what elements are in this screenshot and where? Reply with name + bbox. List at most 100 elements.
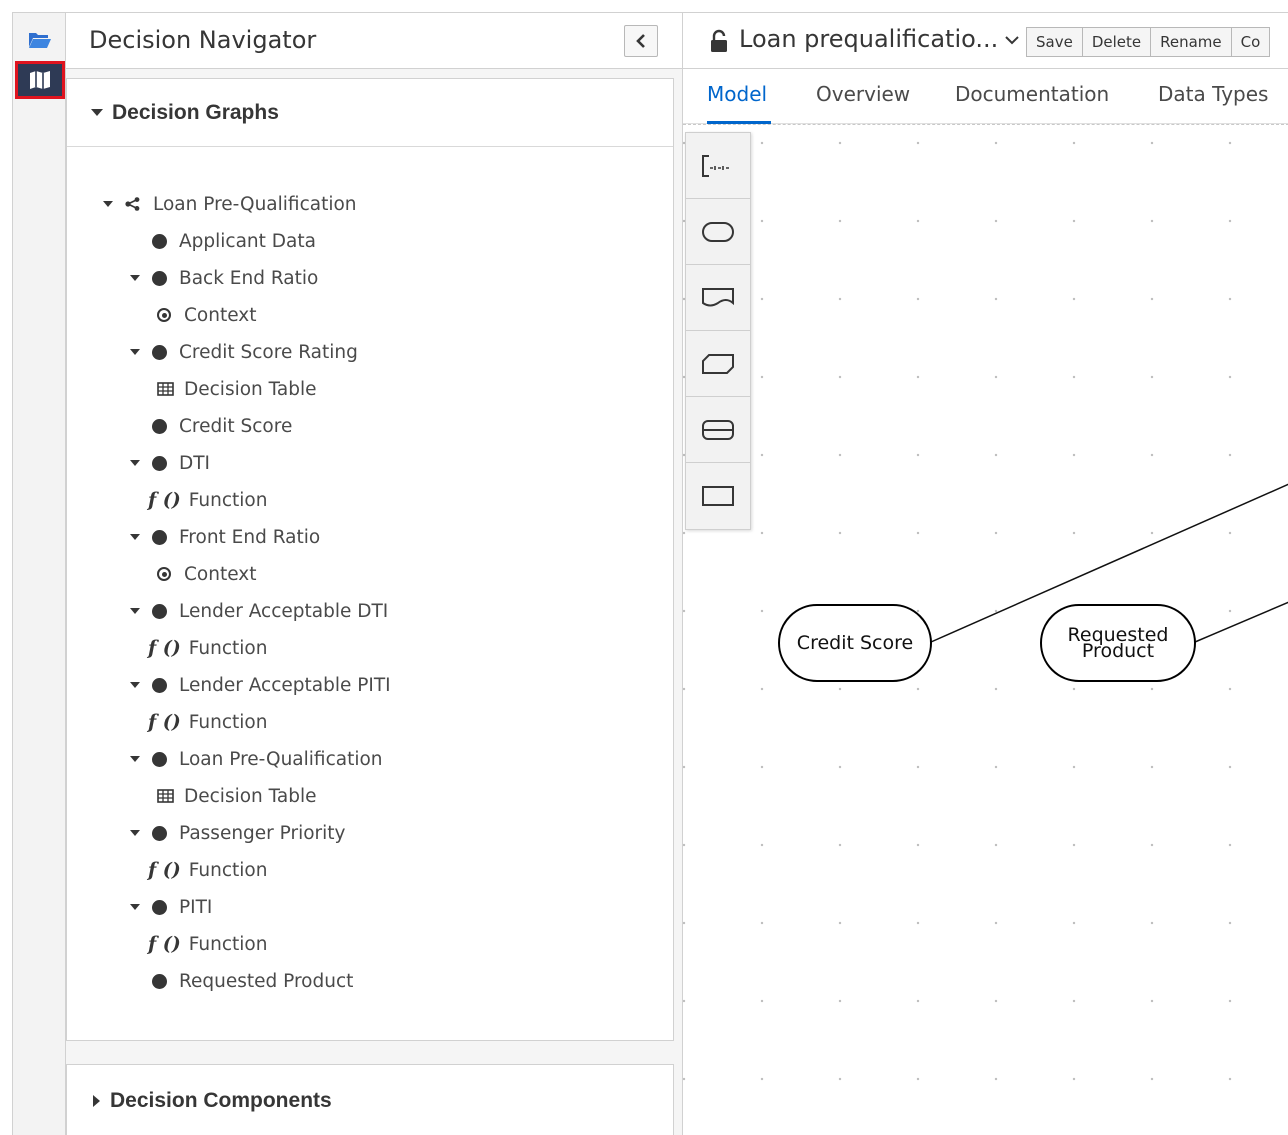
tree-item-label: Decision Table <box>184 785 317 807</box>
shape-palette <box>685 132 751 530</box>
tree-expression-item[interactable]: f () Function <box>148 485 267 515</box>
tree-node-item[interactable]: Credit Score <box>130 411 292 441</box>
left-icon-rail <box>12 12 66 1135</box>
lock-icon <box>711 29 727 52</box>
context-icon <box>157 567 171 581</box>
credit-score-node[interactable]: Credit Score <box>778 604 932 682</box>
caret-down-icon[interactable] <box>130 608 140 614</box>
tree-node-item[interactable]: DTI <box>130 448 210 478</box>
tree-item-label: Context <box>184 304 257 326</box>
palette-input-data-icon[interactable] <box>686 199 750 265</box>
diagram-canvas[interactable]: Credit Score Requested Product <box>683 124 1288 1135</box>
tree-item-label: Lender Acceptable PITI <box>179 674 391 696</box>
function-icon: f () <box>148 711 181 733</box>
caret-down-icon[interactable] <box>130 534 140 540</box>
decision-node-icon <box>152 899 167 915</box>
tab-overview[interactable]: Overview <box>816 82 910 106</box>
decision-components-header[interactable]: Decision Components <box>66 1064 674 1135</box>
tree-item-label: Function <box>188 711 268 733</box>
tree-expression-item[interactable]: Context <box>157 300 256 330</box>
palette-decision-service-icon[interactable] <box>686 397 750 463</box>
tree-item-label: Context <box>184 563 257 585</box>
folder-icon[interactable] <box>15 21 65 59</box>
tree-item-label: Passenger Priority <box>179 822 346 844</box>
tree-item-label: Loan Pre-Qualification <box>153 193 357 215</box>
requested-product-node[interactable]: Requested Product <box>1040 604 1196 682</box>
tree-node-item[interactable]: Credit Score Rating <box>130 337 358 367</box>
palette-decision-icon[interactable] <box>686 463 750 529</box>
tab-model[interactable]: Model <box>707 82 767 106</box>
tree-expression-item[interactable]: Decision Table <box>157 374 316 404</box>
navigator-title: Decision Navigator <box>89 26 317 54</box>
tree-root-item[interactable]: Loan Pre-Qualification <box>103 189 357 219</box>
tab-documentation[interactable]: Documentation <box>955 82 1109 106</box>
context-icon <box>157 308 171 322</box>
tree-node-item[interactable]: Front End Ratio <box>130 522 320 552</box>
decision-graphs-header[interactable]: Decision Graphs <box>67 79 673 147</box>
caret-down-icon[interactable] <box>130 275 140 281</box>
requested-product-label-line-2: Product <box>1081 639 1155 662</box>
connector-lines <box>930 483 1288 643</box>
function-icon: f () <box>148 489 181 511</box>
function-icon: f () <box>148 637 181 659</box>
function-icon: f () <box>148 859 181 881</box>
editor-area: Loan prequalificatio... Save Delete Rena… <box>682 12 1288 1135</box>
decision-node-icon <box>152 677 167 693</box>
function-icon: f () <box>148 933 181 955</box>
chevron-left-icon <box>636 34 645 48</box>
decision-node-icon <box>152 751 167 767</box>
tree-expression-item[interactable]: f () Function <box>148 929 267 959</box>
tree-node-item[interactable]: Loan Pre-Qualification <box>130 744 383 774</box>
tree-node-item[interactable]: Back End Ratio <box>130 263 318 293</box>
caret-down-icon <box>91 109 103 116</box>
decision-node-icon <box>152 973 167 989</box>
tree-item-label: Function <box>188 489 268 511</box>
tree-expression-item[interactable]: Context <box>157 559 256 589</box>
palette-text-annotation-icon[interactable] <box>686 133 750 199</box>
tree-expression-item[interactable]: Decision Table <box>157 781 316 811</box>
tree-item-label: Back End Ratio <box>179 267 319 289</box>
tree-item-label: Requested Product <box>179 970 354 992</box>
collapse-panel-button[interactable] <box>624 25 658 57</box>
palette-bkm-icon[interactable] <box>686 331 750 397</box>
tree-expression-item[interactable]: f () Function <box>148 633 267 663</box>
tree-item-label: Credit Score Rating <box>179 341 358 363</box>
share-graph-icon <box>125 197 140 211</box>
tree-node-item[interactable]: Requested Product <box>130 966 353 996</box>
document-title: Loan prequalificatio... <box>739 25 999 53</box>
caret-right-icon <box>93 1094 100 1107</box>
decision-graphs-section: Decision Graphs Loan Pre-Qualification Ap… <box>66 78 674 1041</box>
decision-node-icon <box>152 455 167 471</box>
tree-item-label: Function <box>188 859 268 881</box>
tree-node-item[interactable]: Lender Acceptable PITI <box>130 670 391 700</box>
caret-down-icon[interactable] <box>130 460 140 466</box>
caret-down-icon[interactable] <box>130 349 140 355</box>
save-button[interactable]: Save <box>1026 27 1083 57</box>
tree-node-item[interactable]: PITI <box>130 892 212 922</box>
tree-node-item[interactable]: Applicant Data <box>130 226 316 256</box>
decision-node-icon <box>152 825 167 841</box>
tree-expression-item[interactable]: f () Function <box>148 707 267 737</box>
caret-down-icon[interactable] <box>130 682 140 688</box>
tree-node-item[interactable]: Passenger Priority <box>130 818 346 848</box>
decision-graphs-label: Decision Graphs <box>112 100 279 124</box>
chevron-down-icon[interactable] <box>1005 35 1019 45</box>
tree-item-label: PITI <box>179 896 213 918</box>
tree-expression-item[interactable]: f () Function <box>148 855 267 885</box>
decision-components-label: Decision Components <box>110 1088 332 1112</box>
rename-button[interactable]: Rename <box>1150 27 1232 57</box>
palette-knowledge-source-icon[interactable] <box>686 265 750 331</box>
credit-score-node-label: Credit Score <box>796 631 914 654</box>
caret-down-icon[interactable] <box>130 756 140 762</box>
tab-data-types[interactable]: Data Types <box>1158 82 1268 106</box>
caret-down-icon[interactable] <box>130 830 140 836</box>
decision-table-icon <box>157 382 174 396</box>
caret-down-icon[interactable] <box>103 201 113 207</box>
decision-navigator-map-icon[interactable] <box>15 61 65 99</box>
tree-node-item[interactable]: Lender Acceptable DTI <box>130 596 388 626</box>
caret-down-icon[interactable] <box>130 904 140 910</box>
decision-node-icon <box>152 344 167 360</box>
delete-button[interactable]: Delete <box>1081 27 1152 57</box>
tree-item-label: Front End Ratio <box>179 526 321 548</box>
copy-button[interactable]: Co <box>1230 27 1271 57</box>
